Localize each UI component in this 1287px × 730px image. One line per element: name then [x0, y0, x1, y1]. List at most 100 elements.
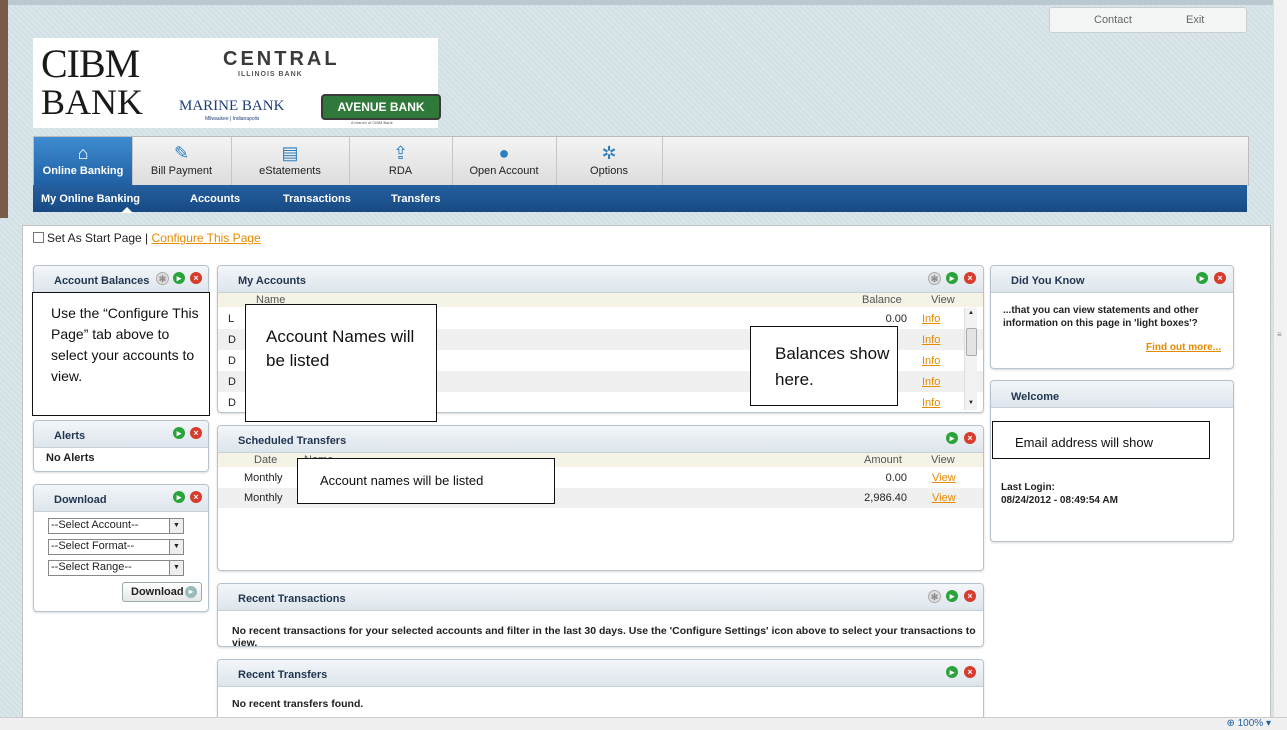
sub-nav: My Online Banking Accounts Transactions … — [33, 185, 1247, 213]
add-icon[interactable]: ▸ — [946, 432, 958, 444]
transfer-amount: 2,986.40 — [864, 492, 907, 504]
select-format-dropdown[interactable]: --Select Format-- ▼ — [48, 539, 184, 555]
start-page-checkbox[interactable] — [33, 232, 44, 243]
view-link[interactable]: View — [932, 492, 956, 504]
close-icon[interactable]: × — [964, 666, 976, 678]
tab-label: Options — [590, 165, 628, 177]
account-name: D — [228, 334, 236, 346]
active-indicator — [121, 207, 133, 213]
welcome-panel: Welcome Last Login: 08/24/2012 - 08:49:5… — [990, 380, 1234, 542]
did-you-know-text: ...that you can view statements and othe… — [1003, 305, 1199, 329]
tab-estatements[interactable]: ▤ eStatements — [231, 137, 350, 186]
close-icon[interactable]: × — [964, 272, 976, 284]
panel-header: Recent Transfers ▸ × — [218, 660, 983, 687]
info-link[interactable]: Info — [922, 313, 940, 325]
subnav-transactions[interactable]: Transactions — [283, 193, 351, 205]
settings-icon[interactable]: ✻ — [156, 272, 169, 285]
chevron-down-icon: ▼ — [169, 560, 184, 576]
zoom-level[interactable]: ⊕ 100% ▾ — [1226, 718, 1271, 729]
recent-transactions-panel: Recent Transactions ✻ ▸ × No recent tran… — [217, 583, 984, 649]
tab-label: Online Banking — [42, 165, 124, 177]
tab-label: eStatements — [259, 165, 321, 177]
panel-title: Recent Transfers — [238, 669, 328, 681]
top-links: Contact Exit — [1049, 7, 1247, 33]
info-link[interactable]: Info — [922, 397, 940, 409]
exit-link[interactable]: Exit — [1186, 14, 1204, 26]
select-range-dropdown[interactable]: --Select Range-- ▼ — [48, 560, 184, 576]
select-value: --Select Account-- — [51, 519, 139, 531]
marine-logo: MARINE BANK — [179, 98, 285, 114]
close-icon[interactable]: × — [190, 427, 202, 439]
add-icon[interactable]: ▸ — [173, 427, 185, 439]
download-label: Download — [131, 586, 184, 598]
add-icon[interactable]: ▸ — [946, 590, 958, 602]
tab-bill-payment[interactable]: ✎ Bill Payment — [132, 137, 232, 186]
tab-open-account[interactable]: ● Open Account — [452, 137, 557, 186]
account-name: L — [228, 313, 235, 325]
home-icon: ⌂ — [77, 143, 89, 163]
close-icon[interactable]: × — [190, 491, 202, 503]
panel-title: Scheduled Transfers — [238, 435, 347, 447]
scroll-thumb[interactable] — [966, 328, 977, 356]
recent-transfers-text: No recent transfers found. — [232, 698, 364, 710]
find-out-more-link[interactable]: Find out more... — [1146, 342, 1221, 353]
settings-icon[interactable]: ✻ — [928, 272, 941, 285]
panel-title: Account Balances — [54, 275, 150, 287]
scroll-down-icon[interactable]: ▼ — [968, 400, 974, 406]
add-icon[interactable]: ▸ — [946, 272, 958, 284]
accounts-scrollbar[interactable]: ▲ ▼ — [964, 308, 977, 410]
download-button[interactable]: Download ▸ — [122, 582, 202, 602]
transfer-frequency: Monthly — [244, 492, 283, 504]
last-login-value: 08/24/2012 - 08:49:54 AM — [1001, 495, 1118, 506]
window-left-edge — [0, 0, 8, 218]
add-icon[interactable]: ▸ — [173, 491, 185, 503]
contact-link[interactable]: Contact — [1094, 14, 1132, 26]
account-name: D — [228, 376, 236, 388]
close-icon[interactable]: × — [964, 432, 976, 444]
panel-header: Did You Know ▸ × — [991, 266, 1233, 293]
window-scrollbar[interactable]: ≡ — [1273, 0, 1287, 717]
estatements-icon: ▤ — [281, 143, 299, 163]
main-nav: ⌂ Online Banking ✎ Bill Payment ▤ eState… — [33, 136, 1249, 186]
bill-payment-icon: ✎ — [173, 143, 190, 163]
balances-callout: Use the “Configure This Page” tab above … — [32, 292, 210, 416]
marine-logo-sub: Milwaukee | Indianapolis — [205, 116, 260, 122]
info-link[interactable]: Info — [922, 355, 940, 367]
col-view: View — [931, 454, 955, 466]
tab-options[interactable]: ✲ Options — [556, 137, 663, 186]
tab-online-banking[interactable]: ⌂ Online Banking — [34, 137, 133, 186]
subnav-transfers[interactable]: Transfers — [391, 193, 441, 205]
info-link[interactable]: Info — [922, 334, 940, 346]
panel-title: Did You Know — [1011, 275, 1085, 287]
cibm-logo-line1: CIBM — [41, 41, 140, 86]
balances-show-callout: Balances show here. — [750, 326, 898, 406]
tab-rda[interactable]: ⇪ RDA — [349, 137, 453, 186]
account-name: D — [228, 397, 236, 409]
panel-header: Account Balances ✻ ▸ × — [34, 266, 208, 293]
close-icon[interactable]: × — [964, 590, 976, 602]
close-icon[interactable]: × — [1214, 272, 1226, 284]
configure-page-link[interactable]: Configure This Page — [152, 231, 261, 245]
subnav-accounts[interactable]: Accounts — [190, 193, 240, 205]
add-icon[interactable]: ▸ — [946, 666, 958, 678]
add-icon[interactable]: ▸ — [173, 272, 185, 284]
tab-label: RDA — [388, 165, 413, 177]
scroll-up-icon[interactable]: ▲ — [968, 310, 974, 316]
last-login-label: Last Login: — [1001, 482, 1055, 493]
subnav-my-online-banking[interactable]: My Online Banking — [41, 193, 140, 205]
gear-icon: ✲ — [601, 143, 617, 163]
tab-label: Bill Payment — [150, 165, 213, 177]
settings-icon[interactable]: ✻ — [928, 590, 941, 603]
close-icon[interactable]: × — [190, 272, 202, 284]
tab-label: Open Account — [469, 165, 539, 177]
panel-header: Welcome — [991, 381, 1233, 408]
info-link[interactable]: Info — [922, 376, 940, 388]
view-link[interactable]: View — [932, 472, 956, 484]
arrow-right-icon: ▸ — [185, 586, 197, 598]
start-page-label: Set As Start Page | — [47, 231, 149, 245]
cibm-logo-line2: BANK — [41, 82, 144, 122]
add-icon[interactable]: ▸ — [1196, 272, 1208, 284]
select-account-dropdown[interactable]: --Select Account-- ▼ — [48, 518, 184, 534]
top-band — [8, 0, 1287, 5]
avenue-logo: AVENUE BANK — [321, 94, 441, 120]
